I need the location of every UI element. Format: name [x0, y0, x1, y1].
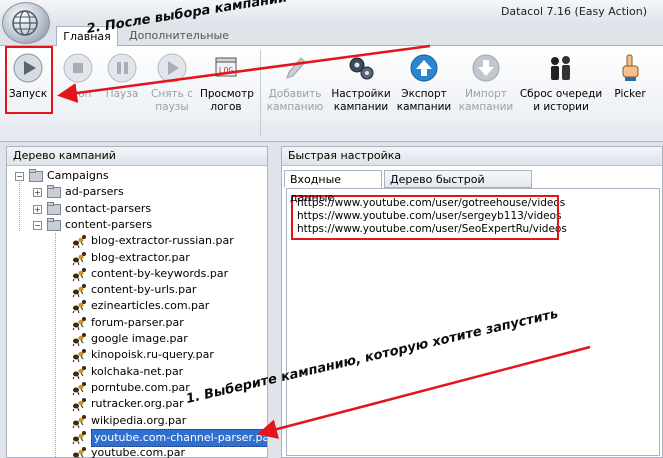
tree-item[interactable]: content-by-keywords.par [7, 266, 257, 282]
ant-icon [72, 284, 86, 298]
folder-icon [47, 185, 61, 199]
tree-item[interactable]: blog-extractor.par [7, 250, 257, 266]
tree-item-label: porntube.com.par [91, 380, 190, 394]
tree-item-label: wikipedia.org.par [91, 413, 187, 427]
tree-item-label: youtube.com.par [91, 446, 185, 458]
tree-item-label: forum-parser.par [91, 315, 184, 329]
tree-item-label: blog-extractor-russian.par [91, 234, 234, 248]
tree-item-label: content-by-urls.par [91, 283, 197, 297]
tree-node-label: contact-parsers [65, 201, 152, 215]
stop-icon [63, 53, 93, 83]
tree-item-label: kinopoisk.ru-query.par [91, 348, 214, 362]
log-icon: LOG [215, 57, 237, 77]
reset-queue-button[interactable]: Сброс очереди и истории [518, 48, 604, 114]
folder-icon [47, 201, 61, 215]
app-menu-orb[interactable] [2, 2, 50, 44]
resume-button[interactable]: Снять с паузы [146, 48, 198, 114]
ant-icon [72, 381, 86, 396]
pause-button[interactable]: Пауза [102, 48, 142, 101]
tree-guide-line [19, 180, 20, 231]
add-campaign-label: Добавить кампанию [266, 88, 324, 113]
view-logs-button[interactable]: LOG Просмотр логов [200, 48, 254, 114]
folder-icon [29, 169, 43, 182]
ant-icon [72, 267, 86, 282]
export-campaign-label: Экспорт кампании [396, 88, 452, 113]
tab-additional[interactable]: Дополнительные [124, 26, 234, 45]
hand-icon [622, 54, 639, 81]
tree-item-label: kolchaka-net.par [91, 364, 184, 378]
picker-button[interactable]: Picker [608, 48, 652, 101]
tab-input-data[interactable]: Входные данные [284, 170, 382, 204]
pause-button-label: Пауза [105, 88, 139, 100]
quick-settings-title: Быстрая настройка [282, 147, 662, 166]
tree-folder[interactable]: ad-parsers [7, 184, 257, 200]
tree-folder[interactable]: content-parsers [7, 217, 257, 233]
ant-icon [72, 349, 86, 363]
svg-text:LOG: LOG [219, 66, 234, 75]
tree-item-selected[interactable]: youtube.com-channel-parser.par [7, 428, 267, 447]
stop-button[interactable]: Стоп [58, 48, 98, 101]
window-title: Datacol 7.16 (Easy Action) [500, 5, 647, 18]
tree-item[interactable]: kolchaka-net.par [7, 364, 257, 380]
ant-icon [72, 365, 86, 379]
tree-root-campaigns[interactable]: Campaigns [7, 168, 257, 184]
stop-button-label: Стоп [64, 88, 92, 100]
tree-item-label: blog-extractor.par [91, 250, 190, 264]
tree-item[interactable]: kinopoisk.ru-query.par [7, 347, 257, 363]
ant-icon [72, 235, 86, 249]
ant-icon [72, 251, 86, 265]
tree-node-label: content-parsers [65, 217, 153, 231]
tree-item-label: content-by-keywords.par [91, 266, 229, 280]
picker-label: Picker [614, 88, 646, 100]
campaign-tree-title: Дерево кампаний [7, 147, 267, 166]
tab-quick-settings-tree[interactable]: Дерево быстрой настройки [384, 170, 532, 204]
campaign-tree-panel: Дерево кампаний − Campaigns + ad-parsers + co… [6, 146, 268, 458]
tree-item-label: rutracker.org.par [91, 397, 184, 411]
run-button-highlight [5, 46, 53, 114]
ant-icon [73, 447, 86, 458]
campaign-settings-label: Настройки кампании [331, 88, 391, 113]
ant-icon [72, 316, 86, 330]
campaign-settings-button[interactable]: Настройки кампании [330, 48, 392, 114]
export-campaign-button[interactable]: Экспорт кампании [396, 48, 452, 114]
pencil-icon [286, 57, 306, 79]
tree-item-label: google image.par [91, 332, 188, 345]
arrow-down-icon [472, 54, 500, 82]
tree-item[interactable]: youtube.com.par [7, 445, 257, 458]
ant-icon [72, 414, 86, 428]
resume-button-label: Снять с паузы [151, 88, 193, 113]
arrow-up-icon [410, 54, 438, 82]
import-campaign-label: Импорт кампании [458, 88, 514, 113]
app-window: Datacol 7.16 (Easy Action) Главная Допол… [0, 0, 663, 458]
tree-guide-line [55, 233, 56, 458]
ant-icon [72, 430, 86, 445]
ant-icon [72, 398, 86, 412]
tree-node-label: ad-parsers [65, 185, 124, 199]
pause-icon [107, 53, 137, 83]
folder-icon [47, 217, 61, 231]
tree-item[interactable]: google image.par [7, 331, 257, 347]
campaign-tree: − Campaigns + ad-parsers + contact-parsers − co… [7, 166, 267, 458]
view-logs-label: Просмотр логов [200, 88, 254, 113]
tree-item[interactable]: forum-parser.par [7, 315, 257, 331]
tree-item[interactable]: ezinearticles.com.par [7, 298, 257, 314]
ribbon-toolbar: Запуск Стоп Пауза Снять с паузы LOG Прос… [0, 45, 663, 142]
ribbon-separator [260, 50, 261, 136]
tree-item-label: ezinearticles.com.par [91, 299, 210, 313]
tree-folder[interactable]: contact-parsers [7, 201, 257, 217]
tree-item[interactable]: blog-extractor-russian.par [7, 233, 257, 249]
reset-queue-label: Сброс очереди и истории [519, 88, 603, 113]
resume-icon [157, 53, 187, 83]
ant-icon [72, 300, 86, 314]
add-campaign-button[interactable]: Добавить кампанию [266, 48, 324, 114]
gears-icon [349, 57, 374, 80]
tree-item-label: youtube.com-channel-parser.par [91, 428, 267, 447]
people-icon [551, 56, 570, 80]
tree-node-label: Campaigns [47, 169, 109, 182]
tree-item[interactable]: content-by-urls.par [7, 282, 257, 298]
globe-icon [12, 10, 38, 36]
import-campaign-button[interactable]: Импорт кампании [458, 48, 514, 114]
tree-item[interactable]: wikipedia.org.par [7, 413, 257, 429]
ant-icon [72, 333, 86, 347]
